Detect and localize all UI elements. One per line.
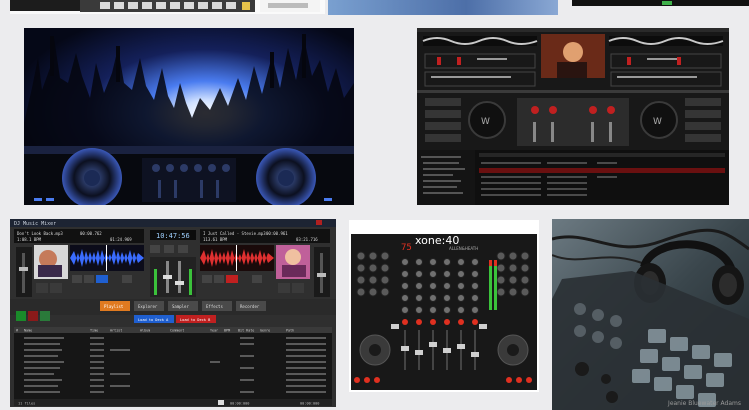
image-tile-dark-dj-software[interactable]: W W <box>417 28 729 205</box>
col-comment[interactable]: Comment <box>170 329 184 333</box>
xone-mixer-image: xone:40 ALLEN&HEATH 75 <box>349 220 539 392</box>
col-name[interactable]: Name <box>24 329 32 333</box>
deck-a-track: Don't Look Back.mp3 <box>17 231 63 236</box>
image-caption: Jeanie Bluewater Adams <box>668 400 741 407</box>
dark-dj-software-image: W W <box>417 28 729 205</box>
col-bpm[interactable]: BPM <box>224 329 230 333</box>
time-right: 00:00:000 <box>300 402 319 406</box>
xone-maker: ALLEN&HEATH <box>449 246 478 251</box>
image-tile-top-right[interactable] <box>572 0 749 6</box>
col-year[interactable]: Year <box>210 329 218 333</box>
deck-a-remain: 01:24.969 <box>110 237 132 242</box>
mixer-app-title: DJ Music Mixer <box>14 221 56 227</box>
playlist-button[interactable]: Playlist <box>104 304 124 309</box>
image-tile-top-left[interactable] <box>10 0 325 14</box>
deck-b-elapsed: 00:00.961 <box>266 231 288 236</box>
club-dj-image <box>24 28 354 205</box>
effects-button[interactable]: Effects <box>206 304 223 309</box>
deck-b-bpm: 113.61 BPM <box>203 237 228 242</box>
deck-b-remain: 03:21.716 <box>296 237 318 242</box>
top-right-preview <box>662 1 672 5</box>
image-tile-dj-controller-headphones[interactable]: Jeanie Bluewater Adams <box>552 219 749 410</box>
load-deck-b-button[interactable]: Load to Deck B <box>180 318 210 322</box>
svg-text:W: W <box>481 117 490 127</box>
deck-b-track: I Just Called - Stevie.mp3 <box>203 231 266 236</box>
col-path[interactable]: Path <box>286 329 294 333</box>
sampler-button[interactable]: Sampler <box>172 304 189 309</box>
image-tile-club-dj-decks[interactable] <box>24 28 354 205</box>
dj-music-mixer-image: DJ Music Mixer Don't Look Back.mp3 1:08.… <box>10 219 336 407</box>
turntable-preview <box>10 0 320 12</box>
col-time[interactable]: Time <box>90 329 98 333</box>
mixer-clock: 10:47:56 <box>156 232 190 240</box>
file-count: 11 files <box>18 402 35 406</box>
dj-controller-image <box>552 219 749 410</box>
time-left: 00:00:000 <box>230 402 249 406</box>
image-tile-xone-mixer[interactable]: xone:40 ALLEN&HEATH 75 <box>349 220 539 392</box>
load-deck-a-button[interactable]: Load to Deck A <box>138 318 169 322</box>
explorer-button[interactable]: Explorer <box>138 304 158 309</box>
deck-a-bpm: 1:08.1 BPM <box>17 237 42 242</box>
image-tile-dj-music-mixer[interactable]: DJ Music Mixer Don't Look Back.mp3 1:08.… <box>10 219 336 407</box>
col-bitrate[interactable]: Bit Rate <box>238 329 254 333</box>
col-artist[interactable]: Artist <box>110 329 122 333</box>
recorder-button[interactable]: Recorder <box>240 304 260 309</box>
image-tile-top-middle[interactable] <box>328 0 558 15</box>
svg-text:W: W <box>653 117 662 127</box>
col-album[interactable]: Album <box>140 329 150 333</box>
xone-red-display: 75 <box>401 243 412 253</box>
deck-a-elapsed: 00:00.762 <box>80 231 102 236</box>
col-genre[interactable]: Genre <box>260 329 270 333</box>
